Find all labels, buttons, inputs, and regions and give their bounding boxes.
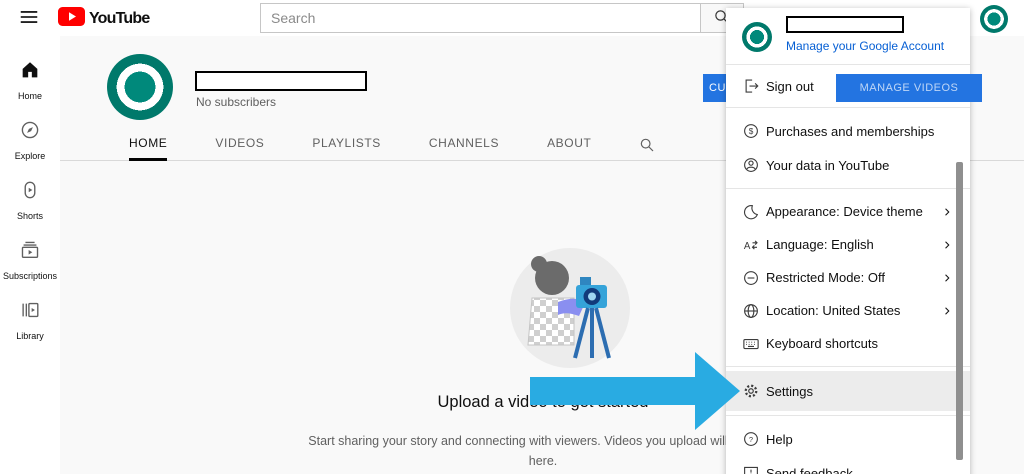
menu-item-label: Send feedback xyxy=(766,466,954,474)
feedback-icon xyxy=(742,464,766,474)
restricted-mode-icon xyxy=(742,269,766,287)
hamburger-menu-icon[interactable] xyxy=(16,6,42,30)
sidebar-item-library[interactable]: Library xyxy=(0,290,60,350)
channel-tabs: HOME VIDEOS PLAYLISTS CHANNELS ABOUT xyxy=(129,128,655,161)
menu-item-help[interactable]: ? Help xyxy=(726,422,970,456)
youtube-logo-text: YouTube xyxy=(89,10,149,28)
sidebar-item-home[interactable]: Home xyxy=(0,50,60,110)
menu-item-location[interactable]: Location: United States xyxy=(726,294,970,327)
svg-text:$: $ xyxy=(749,127,754,136)
tab-videos[interactable]: VIDEOS xyxy=(215,128,264,161)
appearance-icon xyxy=(742,203,766,221)
menu-item-label: Location: United States xyxy=(766,303,940,318)
sidebar: Home Explore Shorts Subscriptions Librar… xyxy=(0,36,60,474)
channel-search-icon[interactable] xyxy=(639,128,655,161)
sign-out-icon xyxy=(742,77,766,95)
menu-item-label: Help xyxy=(766,432,954,447)
chevron-right-icon xyxy=(940,238,954,252)
help-icon: ? xyxy=(742,430,766,448)
youtube-channel-page: YouTube Home Explore Shorts Subsc xyxy=(0,0,1024,474)
compass-icon xyxy=(19,119,41,146)
menu-item-label: Purchases and memberships xyxy=(766,124,954,139)
youtube-play-icon xyxy=(58,7,85,31)
shorts-icon xyxy=(19,179,41,206)
sidebar-item-label: Shorts xyxy=(17,211,43,221)
menu-item-language[interactable]: A Language: English xyxy=(726,228,970,261)
sidebar-item-label: Explore xyxy=(15,151,46,161)
tab-playlists[interactable]: PLAYLISTS xyxy=(312,128,381,161)
menu-item-settings[interactable]: Settings xyxy=(726,371,970,411)
svg-text:?: ? xyxy=(749,435,753,444)
home-icon xyxy=(19,59,41,86)
manage-videos-button[interactable]: MANAGE VIDEOS xyxy=(836,74,982,102)
language-icon: A xyxy=(742,236,766,254)
menu-item-label: Language: English xyxy=(766,237,940,252)
menu-item-label: Appearance: Device theme xyxy=(766,204,940,219)
sidebar-item-label: Home xyxy=(18,91,42,101)
menu-item-your-data[interactable]: Your data in YouTube xyxy=(726,148,970,182)
empty-state-description: Start sharing your story and connecting … xyxy=(303,431,783,471)
search-input[interactable] xyxy=(260,3,700,33)
youtube-logo[interactable]: YouTube xyxy=(58,7,149,31)
menu-item-label: Settings xyxy=(766,384,954,399)
sidebar-item-subscriptions[interactable]: Subscriptions xyxy=(0,230,60,290)
menu-scrollbar[interactable] xyxy=(956,162,963,460)
tab-channels[interactable]: CHANNELS xyxy=(429,128,499,161)
globe-icon xyxy=(742,302,766,320)
account-menu-header: Manage your Google Account xyxy=(726,8,970,64)
menu-item-send-feedback[interactable]: Send feedback xyxy=(726,456,970,474)
chevron-right-icon xyxy=(940,271,954,285)
account-avatar[interactable] xyxy=(980,5,1008,33)
manage-google-account-link[interactable]: Manage your Google Account xyxy=(786,39,944,53)
chevron-right-icon xyxy=(940,304,954,318)
tab-home[interactable]: HOME xyxy=(129,128,167,161)
menu-item-label: Keyboard shortcuts xyxy=(766,336,954,351)
subscriber-count: No subscribers xyxy=(196,95,276,109)
sidebar-item-label: Library xyxy=(16,331,44,341)
menu-item-label: Restricted Mode: Off xyxy=(766,270,940,285)
keyboard-icon xyxy=(742,335,766,353)
menu-item-appearance[interactable]: Appearance: Device theme xyxy=(726,195,970,228)
account-menu-avatar xyxy=(742,22,772,52)
channel-avatar xyxy=(107,54,173,120)
gear-icon xyxy=(742,382,766,400)
tab-about[interactable]: ABOUT xyxy=(547,128,591,161)
sidebar-item-label: Subscriptions xyxy=(3,271,57,281)
account-name-redacted xyxy=(786,16,904,33)
menu-item-label: Your data in YouTube xyxy=(766,158,954,173)
menu-item-keyboard-shortcuts[interactable]: Keyboard shortcuts xyxy=(726,327,970,360)
svg-text:A: A xyxy=(744,240,751,251)
chevron-right-icon xyxy=(940,205,954,219)
purchases-icon: $ xyxy=(742,122,766,140)
sidebar-item-shorts[interactable]: Shorts xyxy=(0,170,60,230)
search-bar xyxy=(260,3,744,33)
subscriptions-icon xyxy=(19,239,41,266)
annotation-arrow xyxy=(525,348,745,434)
your-data-icon xyxy=(742,156,766,174)
menu-item-purchases[interactable]: $ Purchases and memberships xyxy=(726,114,970,148)
manage-videos-label: MANAGE VIDEOS xyxy=(860,82,959,94)
channel-name-redacted xyxy=(195,71,367,91)
sidebar-item-explore[interactable]: Explore xyxy=(0,110,60,170)
menu-item-restricted-mode[interactable]: Restricted Mode: Off xyxy=(726,261,970,294)
library-icon xyxy=(19,299,41,326)
